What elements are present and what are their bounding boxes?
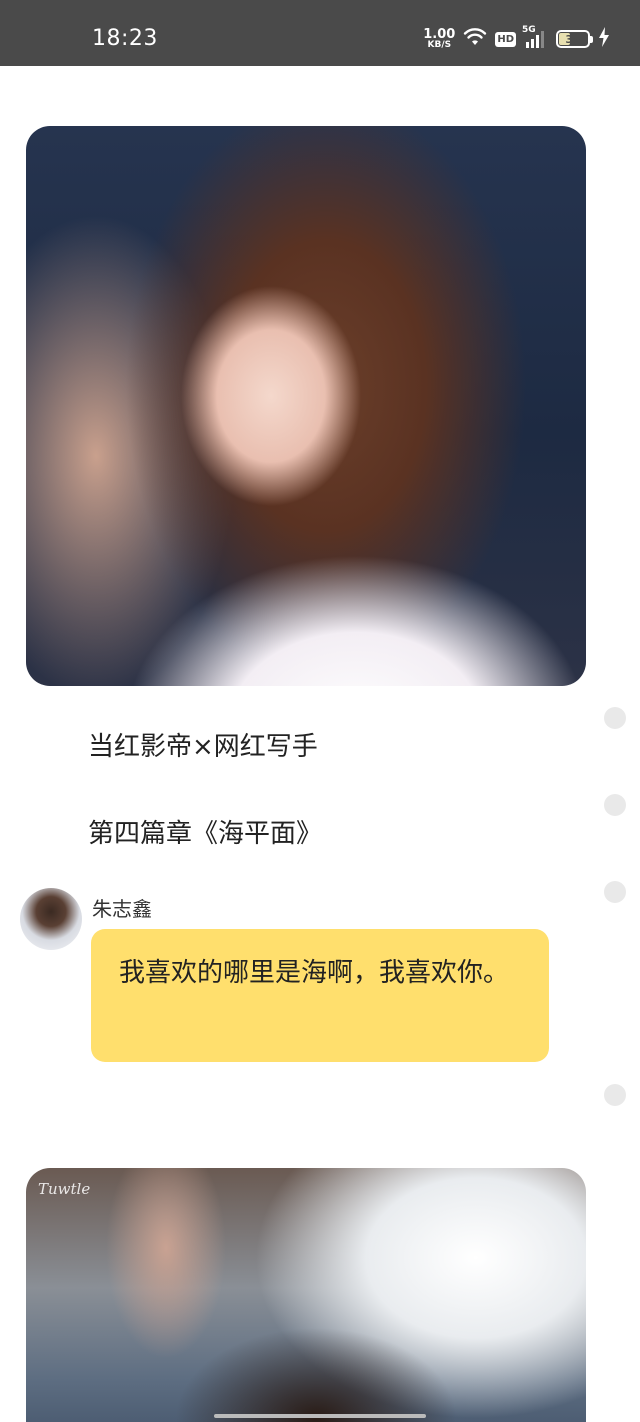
status-time: 18:23 [92, 26, 158, 51]
network-type: 5G [522, 25, 536, 35]
charging-icon [598, 27, 610, 51]
status-icons: 1.00 KB/S HD 5G 38 [423, 24, 610, 54]
post-text-line-1: 当红影帝×网红写手 [88, 732, 318, 762]
network-speed-unit: KB/S [427, 40, 452, 50]
side-dot [604, 794, 626, 816]
chat-bubble: 我喜欢的哪里是海啊，我喜欢你。 [91, 929, 549, 1062]
home-indicator[interactable] [214, 1414, 426, 1418]
post-text-line-2: 第四篇章《海平面》 [88, 819, 323, 849]
battery-icon: 38 [556, 30, 593, 48]
post-photo-2[interactable]: Tuwtle [26, 1168, 586, 1422]
status-bar: 18:23 1.00 KB/S HD 5G 38 [0, 0, 640, 66]
battery-cap [590, 36, 593, 43]
hd-badge: HD [495, 31, 516, 47]
signal-icon: 5G [522, 25, 548, 49]
side-dot [604, 707, 626, 729]
side-dot [604, 1084, 626, 1106]
wifi-icon [463, 27, 487, 51]
post-photo-1[interactable] [26, 126, 586, 686]
side-dot [604, 881, 626, 903]
avatar[interactable] [20, 888, 82, 950]
sender-name: 朱志鑫 [92, 897, 152, 921]
photo-watermark: Tuwtle [38, 1180, 91, 1198]
network-speed: 1.00 KB/S [423, 28, 455, 50]
battery-level: 38 [565, 32, 581, 46]
